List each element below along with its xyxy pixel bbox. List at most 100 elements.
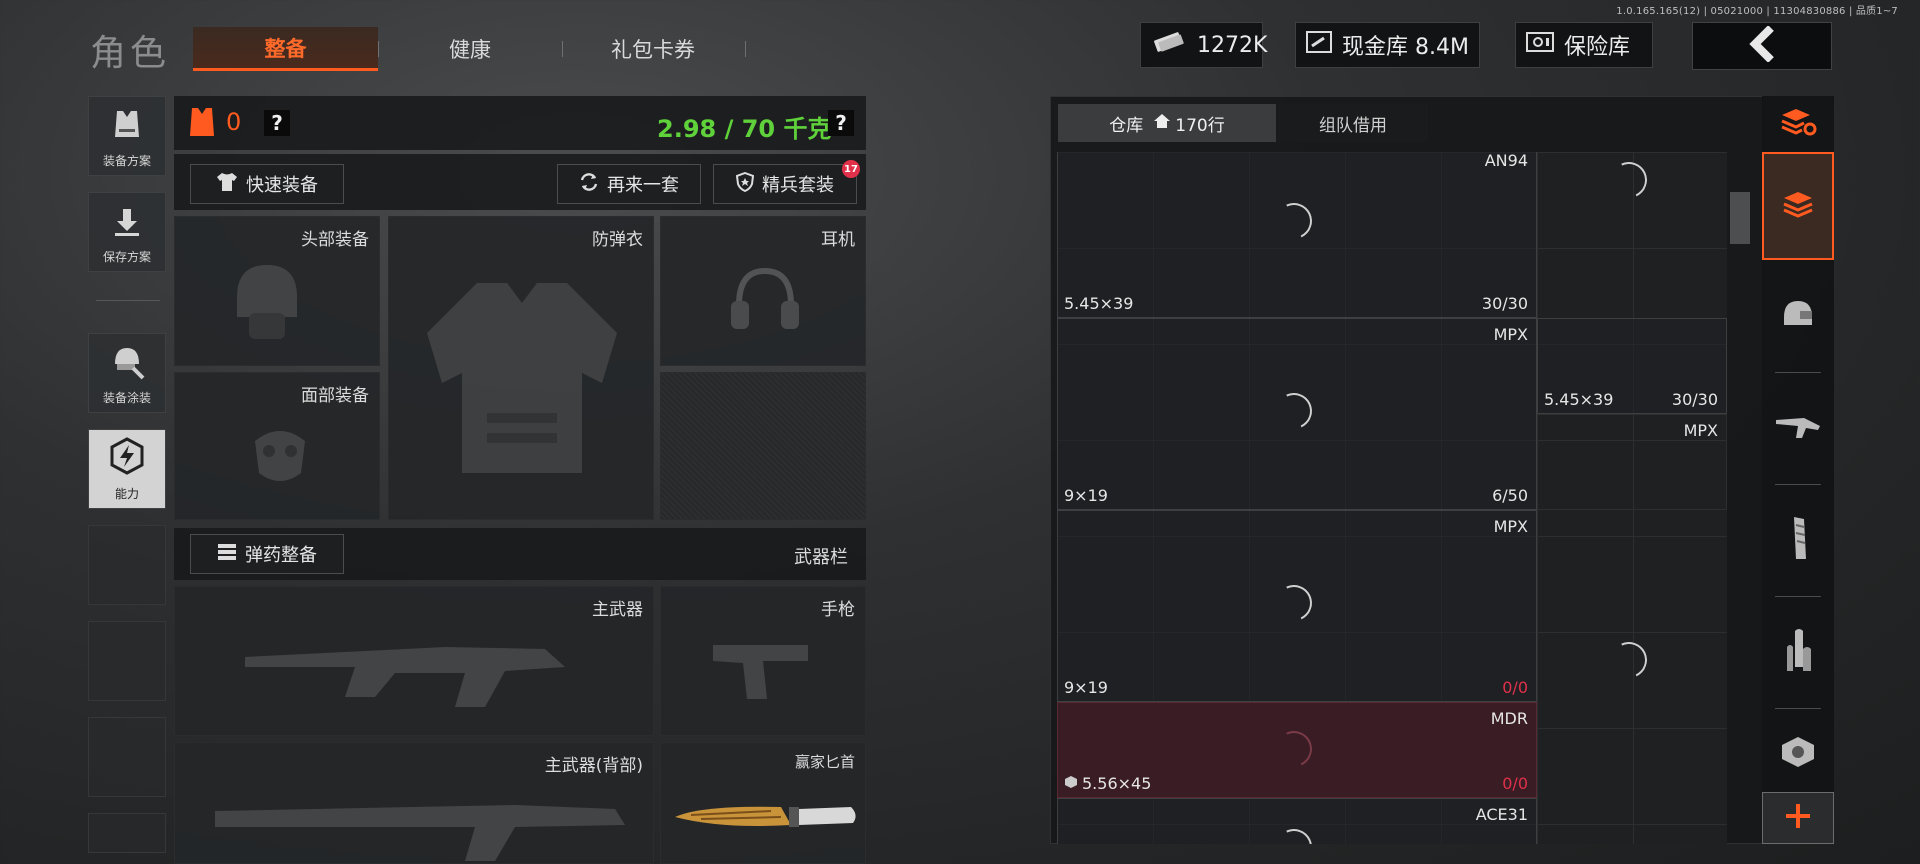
vest-slot[interactable]: 防弹衣: [388, 216, 654, 520]
weight-help-icon[interactable]: ?: [828, 110, 854, 136]
tab-divider: [745, 41, 746, 57]
armor-count: 0: [226, 108, 242, 136]
loading-spinner-icon: [1270, 579, 1318, 627]
notification-badge: 17: [842, 160, 860, 178]
rail-loadout-plan[interactable]: 装备方案: [88, 96, 166, 176]
inventory-item[interactable]: AN94 5.45×39 30/30: [1057, 152, 1537, 318]
face-slot[interactable]: 面部装备: [174, 372, 380, 520]
primary-weapon-back-slot[interactable]: 主武器(背部): [174, 742, 654, 864]
item-name: MPX: [1493, 517, 1528, 536]
cash-display[interactable]: 1272K: [1140, 22, 1267, 68]
tab-team-borrow[interactable]: 组队借用: [1278, 104, 1428, 142]
redo-label: 再来一套: [607, 175, 679, 196]
magazine-icon: [1786, 515, 1810, 565]
item-caliber: 5.45×39: [1544, 390, 1614, 409]
download-icon: [110, 205, 144, 242]
safe-button[interactable]: 保险库: [1515, 22, 1653, 68]
primary-weapon-slot[interactable]: 主武器: [174, 586, 654, 736]
elite-set-button[interactable]: 精兵套装: [713, 164, 857, 204]
vault-icon: [1306, 30, 1332, 60]
head-slot[interactable]: 头部装备: [174, 216, 380, 366]
slot-label: 主武器: [592, 600, 643, 620]
weapon-bar-label: 武器栏: [794, 547, 848, 568]
slot-label: 防弹衣: [592, 230, 643, 250]
amount-current: 0: [1502, 678, 1513, 697]
tab-warehouse-label: 仓库: [1109, 115, 1144, 136]
cash-amount: 1272K: [1197, 32, 1268, 58]
loading-spinner-icon: [1270, 725, 1318, 773]
quick-equip-button[interactable]: 快速装备: [190, 164, 344, 204]
category-all[interactable]: [1762, 152, 1834, 260]
redo-button[interactable]: 再来一套: [557, 164, 701, 204]
helmet-paint-icon: [107, 344, 147, 383]
category-divider: [1775, 372, 1821, 373]
plus-icon: [1784, 802, 1812, 834]
tab-health[interactable]: 健康: [380, 27, 560, 71]
helmet-icon: [1780, 297, 1816, 335]
slot-label: 赢家匕首: [794, 753, 855, 771]
helmet-icon: [227, 257, 307, 351]
category-helmet[interactable]: [1762, 266, 1834, 366]
help-mark: ?: [835, 111, 847, 135]
pistol-icon: [713, 635, 813, 709]
slot-label: 主武器(背部): [544, 756, 643, 776]
chevron-left-icon: [1747, 25, 1777, 66]
scope-icon: [1778, 735, 1818, 773]
rifle-icon: [245, 627, 585, 721]
category-ammo[interactable]: [1762, 602, 1834, 702]
help-icon[interactable]: ?: [264, 110, 290, 136]
inventory-item[interactable]: 5.45×39 30/30: [1537, 318, 1727, 414]
box-icon: [1064, 774, 1078, 793]
category-divider: [1775, 708, 1821, 709]
ammo-stack-icon: [217, 542, 237, 567]
inventory-item[interactable]: MPX 9×19 0/0: [1057, 510, 1537, 702]
page-title: 角色: [90, 33, 171, 74]
scrollbar-thumb[interactable]: [1730, 192, 1750, 244]
tab-gift-label: 礼包卡券: [611, 38, 695, 62]
elite-set-label: 精兵套装: [762, 175, 834, 196]
category-weapon[interactable]: [1762, 378, 1834, 478]
rail-ability[interactable]: 能力: [88, 429, 166, 509]
rail-paint[interactable]: 装备涂装: [88, 333, 166, 413]
sort-button[interactable]: [1762, 98, 1834, 148]
warehouse-grid[interactable]: AN94 5.45×39 30/30 MPX 9×19 6/50 5.45×39…: [1057, 152, 1727, 844]
amount-max: /0: [1512, 678, 1528, 697]
slot-label: 耳机: [821, 230, 855, 250]
back-button[interactable]: [1692, 22, 1832, 70]
safe-icon: [1526, 30, 1554, 60]
tab-equip[interactable]: 整备: [193, 27, 378, 71]
rail-empty-slot: [88, 813, 166, 853]
inventory-item[interactable]: MDR 5.56×45 0/0: [1057, 702, 1537, 798]
tab-gift[interactable]: 礼包卡券: [563, 27, 743, 71]
melee-slot[interactable]: 赢家匕首: [660, 742, 866, 864]
lightning-hexagon-icon: [107, 436, 147, 479]
inventory-item[interactable]: MPX 9×19 6/50: [1057, 318, 1537, 510]
version-text: 1.0.165.165(12) | 05021000 | 11304830886…: [1616, 6, 1898, 17]
headset-slot[interactable]: 耳机: [660, 216, 866, 366]
inventory-item[interactable]: MPX: [1537, 414, 1727, 510]
knife-icon: [671, 797, 861, 841]
stack-icon: [1780, 188, 1816, 224]
category-magazine[interactable]: [1762, 490, 1834, 590]
slot-label: 面部装备: [301, 386, 369, 406]
stack-refresh-icon: [1778, 105, 1818, 141]
loading-spinner-icon: [1270, 823, 1318, 844]
add-button[interactable]: [1762, 792, 1834, 844]
ammo-loadout-button[interactable]: 弹药整备: [190, 534, 344, 574]
item-amount: 6/50: [1492, 486, 1528, 505]
category-accessory[interactable]: [1762, 714, 1834, 794]
home-icon: [1153, 113, 1171, 134]
item-amount: 0/0: [1502, 678, 1528, 697]
tab-warehouse[interactable]: 仓库 170行: [1058, 104, 1276, 142]
rail-save-plan[interactable]: 保存方案: [88, 192, 166, 272]
pistol-slot[interactable]: 手枪: [660, 586, 866, 736]
shirt-icon: [216, 172, 238, 197]
rail-empty-slot: [88, 717, 166, 797]
headset-icon: [725, 261, 805, 345]
inventory-item[interactable]: ACE31: [1057, 798, 1537, 844]
rail-empty-slot: [88, 621, 166, 701]
cash-vault-button[interactable]: 现金库 8.4M: [1295, 22, 1480, 68]
tab-divider: [378, 41, 379, 57]
loading-spinner-icon: [1270, 197, 1318, 245]
item-amount: 30/30: [1671, 390, 1718, 409]
